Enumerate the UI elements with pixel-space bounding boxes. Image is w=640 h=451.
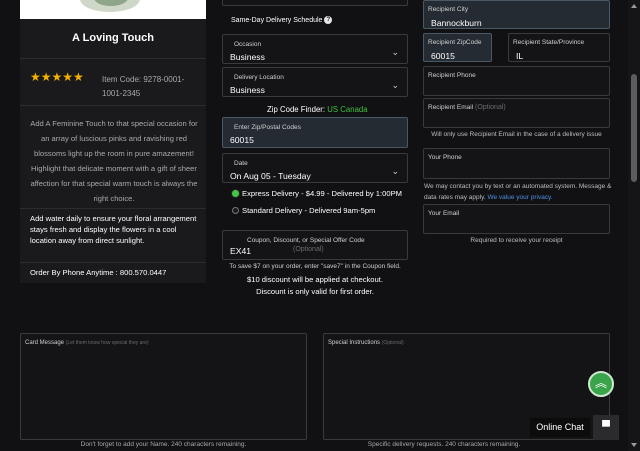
recipient-city-input[interactable]: Recipient City Bannockburn bbox=[423, 0, 610, 29]
card-message-textarea[interactable]: Card Message (Let them know how special … bbox=[20, 333, 307, 440]
recipient-email-label-text: Recipient Email bbox=[428, 104, 474, 111]
special-instructions-label: Special Instructions (Optional) bbox=[328, 340, 404, 346]
recipient-zip-label: Recipient ZipCode bbox=[428, 39, 482, 46]
card-message-hint: Don't forget to add your Name. 240 chara… bbox=[80, 441, 247, 448]
recipient-state-label: Recipient State/Province bbox=[513, 39, 585, 46]
coupon-value: EX41 bbox=[230, 246, 252, 256]
recipient-city-value: Bannockburn bbox=[431, 18, 482, 28]
recipient-email-optional: (Optional) bbox=[474, 104, 506, 111]
scroll-thumb[interactable] bbox=[631, 74, 637, 182]
card-message-label: Card Message (Let them know how special … bbox=[25, 340, 149, 346]
divider bbox=[20, 58, 206, 59]
online-chat-button[interactable]: Online Chat bbox=[530, 418, 590, 437]
your-email-hint: Required to receive your receipt bbox=[470, 237, 563, 244]
your-email-label: Your Email bbox=[428, 210, 460, 217]
recipient-phone-label: Recipient Phone bbox=[428, 72, 476, 79]
discount-line-1: $10 discount will be applied at checkout… bbox=[247, 275, 383, 284]
special-instructions-optional: (Optional) bbox=[381, 340, 404, 346]
standard-delivery-label: Standard Delivery - Delivered 9am-5pm bbox=[242, 206, 376, 215]
special-instructions-label-text: Special Instructions bbox=[328, 340, 381, 346]
contact-hint: We may contact you by text or an automat… bbox=[424, 181, 614, 203]
divider bbox=[20, 105, 206, 106]
scroll-up-arrow[interactable] bbox=[631, 4, 637, 8]
divider bbox=[20, 262, 206, 263]
rating-stars: ★★★★★ bbox=[30, 70, 84, 84]
page-scrollbar[interactable] bbox=[628, 0, 640, 451]
product-card: A Loving Touch ★★★★★ Item Code: 9278-000… bbox=[20, 0, 206, 283]
your-email-input[interactable]: Your Email bbox=[423, 204, 610, 234]
top-field-edge bbox=[222, 0, 408, 6]
product-title: A Loving Touch bbox=[72, 32, 154, 44]
recipient-city-label: Recipient City bbox=[428, 6, 469, 13]
zip-finder-us-link[interactable]: US bbox=[327, 105, 338, 114]
chevron-down-icon: ⌄ bbox=[391, 47, 399, 57]
your-phone-label: Your Phone bbox=[428, 154, 462, 161]
zip-postal-input[interactable]: Enter Zip/Postal Codes 60015 bbox=[222, 117, 408, 148]
standard-delivery-radio[interactable] bbox=[232, 207, 239, 214]
chat-bubble-icon[interactable]: ▀ bbox=[593, 415, 619, 440]
date-select[interactable]: Date On Aug 05 - Tuesday ⌄ bbox=[222, 153, 408, 183]
express-delivery-label: Express Delivery - $4.99 - Delivered by … bbox=[242, 189, 402, 198]
card-message-sub: (Let them know how special they are) bbox=[65, 340, 149, 346]
coupon-optional: (Optional) bbox=[293, 246, 324, 253]
privacy-link[interactable]: We value your privacy. bbox=[487, 194, 552, 201]
special-instructions-hint: Specific delivery requests. 240 characte… bbox=[367, 441, 521, 448]
recipient-state-input[interactable]: Recipient State/Province IL bbox=[508, 33, 610, 62]
date-label: Date bbox=[234, 160, 248, 167]
occasion-label: Occasion bbox=[234, 41, 262, 48]
delivery-location-label: Delivery Location bbox=[234, 74, 284, 81]
chevrons-up-icon: ︽ bbox=[594, 376, 607, 390]
zip-finder-canada-link[interactable]: Canada bbox=[340, 105, 367, 114]
product-image bbox=[20, 0, 206, 19]
product-description: Add A Feminine Touch to that special occ… bbox=[30, 119, 198, 203]
zip-postal-value: 60015 bbox=[230, 135, 254, 145]
recipient-state-value: IL bbox=[516, 51, 524, 61]
zip-code-finder: Zip Code Finder: US Canada bbox=[267, 105, 368, 114]
recipient-zip-value: 60015 bbox=[431, 51, 455, 61]
card-message-label-text: Card Message bbox=[25, 340, 65, 346]
coupon-input[interactable]: Coupon, Discount, or Special Offer Code … bbox=[222, 230, 408, 260]
recipient-email-input[interactable]: Recipient Email (Optional) bbox=[423, 98, 610, 128]
coupon-label: Coupon, Discount, or Special Offer Code bbox=[247, 237, 365, 244]
delivery-location-select[interactable]: Delivery Location Business ⌄ bbox=[222, 67, 408, 97]
occasion-value: Business bbox=[230, 52, 265, 62]
recipient-email-label: Recipient Email (Optional) bbox=[428, 104, 506, 111]
recipient-phone-input[interactable]: Recipient Phone bbox=[423, 66, 610, 96]
recipient-email-hint: Will only use Recipient Email in the cas… bbox=[431, 131, 602, 138]
divider bbox=[20, 208, 206, 209]
date-value: On Aug 05 - Tuesday bbox=[230, 171, 311, 181]
occasion-select[interactable]: Occasion Business ⌄ bbox=[222, 34, 408, 64]
same-day-schedule-label: Same-Day Delivery Schedule bbox=[231, 16, 323, 24]
zip-postal-label: Enter Zip/Postal Codes bbox=[234, 124, 301, 131]
item-code: Item Code: 9278-0001-1001-2345 bbox=[102, 75, 185, 98]
chevron-down-icon: ⌄ bbox=[391, 166, 399, 176]
delivery-location-value: Business bbox=[230, 85, 265, 95]
order-by-phone: Order By Phone Anytime : 800.570.0447 bbox=[30, 268, 167, 277]
same-day-schedule-link[interactable]: Same-Day Delivery Schedule ? bbox=[231, 16, 333, 24]
chevron-down-icon: ⌄ bbox=[391, 80, 399, 90]
care-instructions: Add water daily to ensure your floral ar… bbox=[30, 214, 197, 245]
info-icon: ? bbox=[324, 16, 333, 24]
discount-line-2: Discount is only valid for first order. bbox=[256, 287, 374, 296]
scroll-to-top-button[interactable]: ︽ bbox=[588, 371, 614, 397]
scroll-down-arrow[interactable] bbox=[631, 443, 637, 447]
coupon-hint: To save $7 on your order, enter "save7" … bbox=[229, 263, 401, 270]
express-delivery-radio[interactable] bbox=[232, 190, 239, 197]
recipient-zip-input[interactable]: Recipient ZipCode 60015 bbox=[423, 33, 492, 62]
your-phone-input[interactable]: Your Phone bbox=[423, 148, 610, 179]
zip-finder-label: Zip Code Finder: bbox=[267, 105, 326, 114]
